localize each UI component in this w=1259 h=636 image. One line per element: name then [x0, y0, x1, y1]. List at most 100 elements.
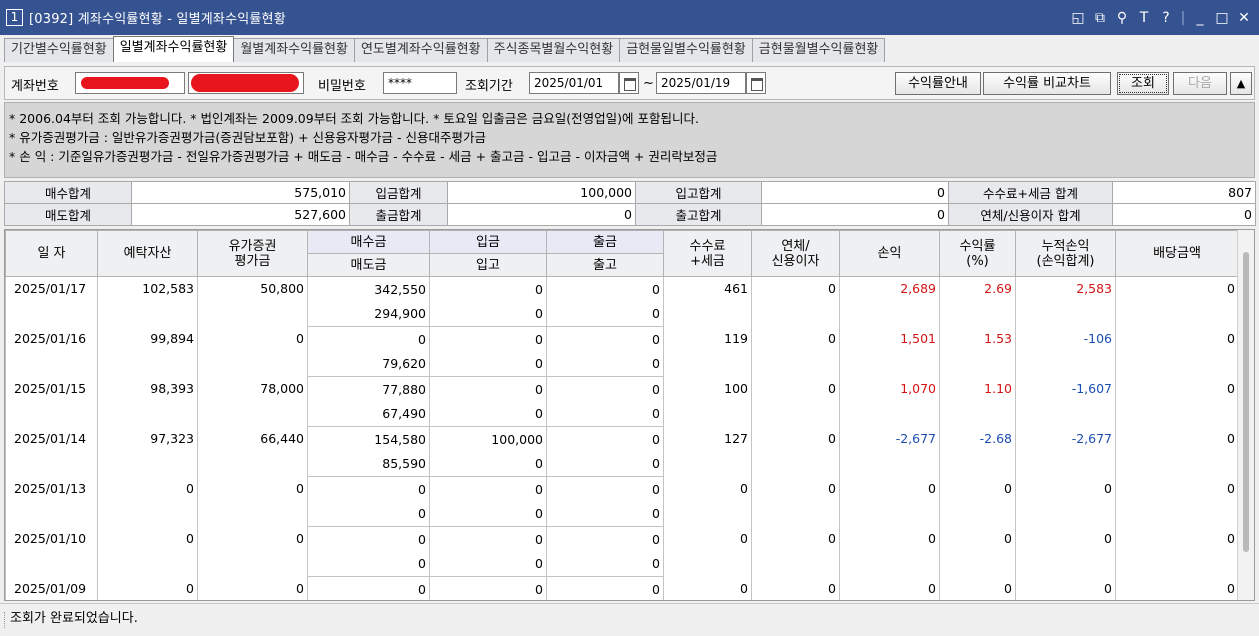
- status-bar: 조회가 완료되었습니다.: [0, 603, 1259, 636]
- sell-total-value: 527,600: [131, 203, 350, 226]
- cell-pnl: 1,501: [839, 326, 940, 377]
- cell-date: 2025/01/10: [5, 526, 98, 577]
- cell-return-rate: 0: [939, 526, 1016, 577]
- status-message: 조회가 완료되었습니다.: [10, 611, 138, 626]
- header-fee-tax[interactable]: 수수료 +세금: [663, 230, 752, 277]
- cell-stock-in: 0: [429, 451, 547, 477]
- tab-gold-daily-returns[interactable]: 금현물일별수익률현황: [619, 38, 753, 62]
- header-sell-amount[interactable]: 매도금: [307, 253, 430, 277]
- table-row[interactable]: 2025/01/09 0 0 0 0 0 0 0 0 0 0 0: [5, 576, 1239, 600]
- stock-out-total-label: 출고합계: [635, 203, 762, 226]
- cell-deposit-assets: 102,583: [97, 276, 198, 327]
- date-to-input[interactable]: 2025/01/19: [656, 72, 746, 94]
- cell-securities-value: 0: [197, 476, 308, 527]
- maximize-icon[interactable]: □: [1213, 10, 1231, 26]
- tilde-separator: ~: [643, 76, 654, 91]
- layout-icon[interactable]: ◱: [1069, 10, 1087, 26]
- cell-fee-tax: 119: [663, 326, 752, 377]
- header-return-rate[interactable]: 수익률 (%): [939, 230, 1016, 277]
- table-row[interactable]: 2025/01/10 0 0 0 0 0 0 0 0 0 0 0: [5, 526, 1239, 577]
- header-date[interactable]: 일 자: [5, 230, 98, 277]
- font-size-icon[interactable]: T: [1135, 10, 1153, 26]
- daily-returns-grid: 일 자 예탁자산 유가증권 평가금 매수금 입금 출금 수수료 +세금 연체/ …: [4, 229, 1255, 601]
- interest-total-label: 연체/신용이자 합계: [948, 203, 1113, 226]
- next-button[interactable]: 다음: [1173, 72, 1227, 95]
- cell-cash-in: 0: [429, 526, 547, 552]
- header-stock-in[interactable]: 입고: [429, 253, 547, 277]
- cell-stock-in: 0: [429, 501, 547, 527]
- cell-sell-amount: 294,900: [307, 301, 430, 327]
- tab-daily-account-returns[interactable]: 일별계좌수익률현황: [112, 36, 235, 62]
- cell-cash-in: 0: [429, 476, 547, 502]
- cell-fee-tax: 100: [663, 376, 752, 427]
- cell-dividend: 0: [1115, 326, 1239, 377]
- cell-buy-amount: 0: [307, 576, 430, 600]
- return-guide-button[interactable]: 수익률안내: [895, 72, 981, 95]
- notice-panel: * 2006.04부터 조회 가능합니다. * 법인계좌는 2009.09부터 …: [4, 102, 1255, 178]
- password-input[interactable]: ****: [383, 72, 457, 94]
- cell-securities-value: 0: [197, 576, 308, 600]
- cell-return-rate: 1.10: [939, 376, 1016, 427]
- cell-deposit-assets: 98,393: [97, 376, 198, 427]
- cell-cumulative-pnl: 2,583: [1015, 276, 1116, 327]
- window-number: 1: [6, 9, 23, 26]
- scrollbar-thumb[interactable]: [1243, 252, 1249, 552]
- collapse-button[interactable]: ▲: [1230, 72, 1252, 95]
- header-row: 일 자 예탁자산 유가증권 평가금 매수금 입금 출금 수수료 +세금 연체/ …: [5, 230, 1239, 277]
- return-compare-chart-button[interactable]: 수익률 비교차트: [983, 72, 1111, 95]
- header-cash-in[interactable]: 입금: [429, 230, 547, 254]
- help-icon[interactable]: ?: [1157, 10, 1175, 26]
- cell-fee-tax: 0: [663, 576, 752, 600]
- header-securities-value[interactable]: 유가증권 평가금: [197, 230, 308, 277]
- cell-stock-out: 0: [546, 451, 664, 477]
- copy-window-icon[interactable]: ⧉: [1091, 10, 1109, 26]
- table-row[interactable]: 2025/01/14 97,323 66,440 154,580 100,000 0 127…: [5, 426, 1239, 477]
- cell-cash-in: 0: [429, 326, 547, 352]
- cell-sell-amount: 67,490: [307, 401, 430, 427]
- search-button[interactable]: 조회: [1117, 72, 1169, 95]
- calendar-icon[interactable]: [619, 72, 639, 94]
- table-row[interactable]: 2025/01/15 98,393 78,000 77,880 0 0 100 0 1,070 1…: [5, 376, 1239, 427]
- daily-returns-table: 일 자 예탁자산 유가증권 평가금 매수금 입금 출금 수수료 +세금 연체/ …: [5, 230, 1239, 600]
- minimize-icon[interactable]: _: [1191, 10, 1209, 26]
- sell-total-label: 매도합계: [4, 203, 132, 226]
- tab-monthly-account-returns[interactable]: 월별계좌수익률현황: [233, 38, 355, 62]
- cell-fee-tax: 127: [663, 426, 752, 477]
- cell-date: 2025/01/17: [5, 276, 98, 327]
- cell-dividend: 0: [1115, 426, 1239, 477]
- cell-date: 2025/01/16: [5, 326, 98, 377]
- query-toolbar: 계좌번호 비밀번호 **** 조회기간 2025/01/01 ~ 2025/01…: [4, 66, 1255, 100]
- cell-pnl: 0: [839, 476, 940, 527]
- period-label: 조회기간: [465, 79, 513, 94]
- cell-buy-amount: 342,550: [307, 276, 430, 302]
- redaction-mark: [191, 74, 299, 92]
- pin-icon[interactable]: ⚲: [1113, 10, 1131, 26]
- controls-separator: |: [1180, 9, 1186, 26]
- header-overdue-interest[interactable]: 연체/ 신용이자: [751, 230, 840, 277]
- header-cumulative-pnl[interactable]: 누적손익 (손익합계): [1015, 230, 1116, 277]
- table-row[interactable]: 2025/01/16 99,894 0 0 0 0 119 0 1,501 1.53 -106 0: [5, 326, 1239, 377]
- cell-cash-out: 0: [546, 576, 664, 600]
- table-row[interactable]: 2025/01/13 0 0 0 0 0 0 0 0 0 0 0: [5, 476, 1239, 527]
- calendar-icon[interactable]: [746, 72, 766, 94]
- fee-tax-total-label: 수수료+세금 합계: [948, 181, 1113, 204]
- table-row[interactable]: 2025/01/17 102,583 50,800 342,550 0 0 461 0 2,68…: [5, 276, 1239, 327]
- close-icon[interactable]: ✕: [1235, 10, 1253, 26]
- date-from-input[interactable]: 2025/01/01: [529, 72, 619, 94]
- header-cash-out[interactable]: 출금: [546, 230, 664, 254]
- grid-body: 2025/01/17 102,583 50,800 342,550 0 0 461 0 2,68…: [5, 276, 1239, 600]
- tab-stock-monthly-returns[interactable]: 주식종목별월수익현황: [486, 38, 621, 62]
- tab-yearly-account-returns[interactable]: 연도별계좌수익률현황: [353, 38, 488, 62]
- header-buy-amount[interactable]: 매수금: [307, 230, 430, 254]
- tab-period-returns[interactable]: 기간별수익률현황: [4, 38, 114, 62]
- summary-table: 매수합계 575,010 입금합계 100,000 입고합계 0 수수료+세금 …: [4, 181, 1256, 226]
- cell-date: 2025/01/14: [5, 426, 98, 477]
- header-dividend[interactable]: 배당금액: [1115, 230, 1239, 277]
- cell-overdue-interest: 0: [751, 276, 840, 327]
- stock-in-total-value: 0: [761, 181, 949, 204]
- header-pnl[interactable]: 손익: [839, 230, 940, 277]
- header-deposit-assets[interactable]: 예탁자산: [97, 230, 198, 277]
- vertical-scrollbar[interactable]: [1237, 230, 1254, 600]
- header-stock-out[interactable]: 출고: [546, 253, 664, 277]
- tab-gold-monthly-returns[interactable]: 금현물월별수익률현황: [751, 38, 886, 62]
